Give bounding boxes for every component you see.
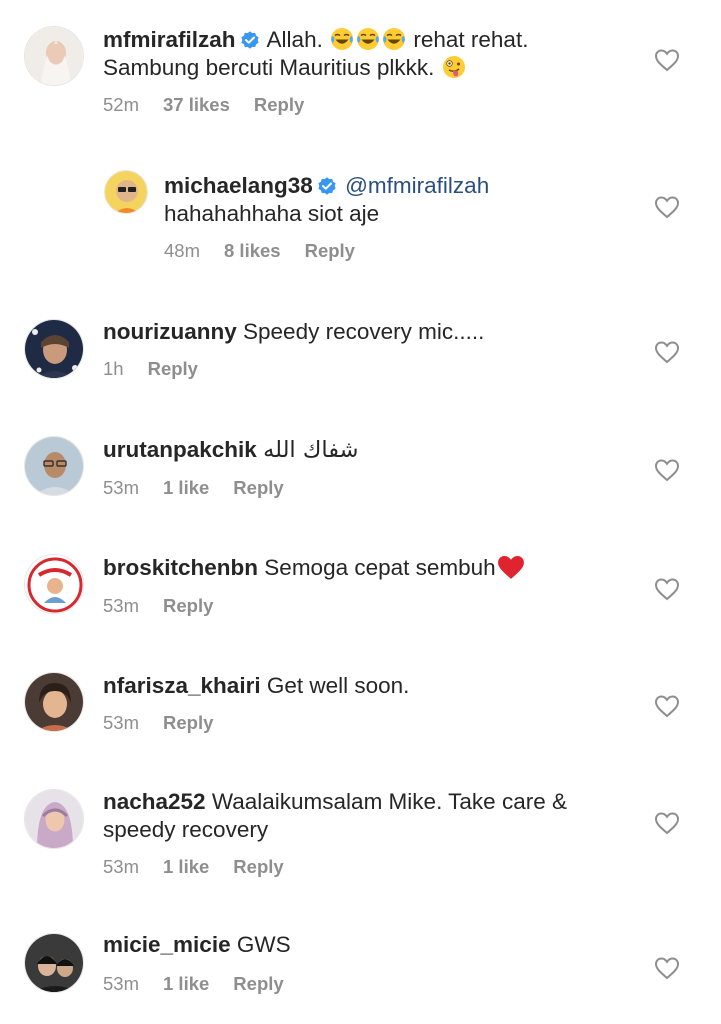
- reply-button[interactable]: Reply: [233, 973, 283, 994]
- likes-count[interactable]: 1 like: [163, 477, 209, 498]
- username[interactable]: mfmirafilzah: [103, 27, 236, 52]
- likes-count[interactable]: 1 like: [163, 856, 209, 877]
- comment-meta: 53m 1 like Reply: [103, 477, 308, 499]
- like-heart-icon[interactable]: [654, 956, 680, 980]
- timestamp: 53m: [103, 712, 139, 733]
- comment-meta: 53m Reply: [103, 712, 237, 734]
- red-heart-emoji-icon: [497, 556, 524, 579]
- joy-emoji-icon: [382, 27, 406, 51]
- comment-text: nourizuanny Speedy recovery mic.....: [103, 318, 623, 346]
- comment-body-line2: Sambung bercuti Mauritius plkkk.: [103, 55, 435, 80]
- timestamp: 53m: [103, 973, 139, 994]
- comment-body: hahahahhaha siot aje: [164, 201, 380, 226]
- comment-meta: 1h Reply: [103, 358, 222, 380]
- comment-body: Waalaikumsalam Mike. Take care &: [211, 789, 567, 814]
- reply-button[interactable]: Reply: [163, 712, 213, 733]
- like-heart-icon[interactable]: [654, 340, 680, 364]
- comment-body: GWS: [236, 932, 291, 957]
- like-heart-icon[interactable]: [654, 48, 680, 72]
- reply-button[interactable]: Reply: [148, 358, 198, 379]
- comment-text: micie_micie GWS: [103, 931, 623, 959]
- avatar[interactable]: [24, 789, 84, 849]
- likes-count[interactable]: 37 likes: [163, 94, 230, 115]
- comment-text: mfmirafilzah Allah. rehat rehat. Sambung…: [103, 26, 623, 82]
- timestamp: 53m: [103, 595, 139, 616]
- comment-body: Speedy recovery mic.....: [243, 319, 485, 344]
- username[interactable]: michaelang38: [164, 173, 313, 198]
- comment-body-line2: speedy recovery: [103, 817, 269, 842]
- like-heart-icon[interactable]: [654, 577, 680, 601]
- comment-meta: 53m Reply: [103, 595, 237, 617]
- timestamp: 53m: [103, 477, 139, 498]
- avatar[interactable]: [24, 436, 84, 496]
- zany-face-emoji-icon: [441, 55, 466, 79]
- mention-link[interactable]: @mfmirafilzah: [345, 173, 489, 198]
- verified-badge-icon: [317, 176, 337, 196]
- verified-badge-icon: [239, 30, 260, 50]
- comment-body: Allah. rehat rehat.: [266, 27, 529, 52]
- reply-button[interactable]: Reply: [163, 595, 213, 616]
- avatar[interactable]: [24, 319, 84, 379]
- avatar[interactable]: [104, 170, 148, 214]
- username[interactable]: nourizuanny: [103, 319, 237, 344]
- username[interactable]: broskitchenbn: [103, 555, 258, 580]
- like-heart-icon[interactable]: [654, 811, 680, 835]
- comment-text: nfarisza_khairi Get well soon.: [103, 672, 623, 700]
- reply-button[interactable]: Reply: [254, 94, 304, 115]
- timestamp: 48m: [164, 240, 200, 261]
- comment-meta: 52m 37 likes Reply: [103, 94, 328, 116]
- avatar[interactable]: [24, 933, 84, 993]
- username[interactable]: micie_micie: [103, 932, 231, 957]
- comment-text: urutanpakchik شفاك الله: [103, 436, 623, 464]
- comment-meta: 53m 1 like Reply: [103, 856, 308, 878]
- likes-count[interactable]: 1 like: [163, 973, 209, 994]
- timestamp: 52m: [103, 94, 139, 115]
- comment-body: Get well soon.: [266, 673, 410, 698]
- username[interactable]: urutanpakchik: [103, 437, 257, 462]
- joy-emoji-icon: [330, 27, 354, 51]
- likes-count[interactable]: 8 likes: [224, 240, 281, 261]
- comment-text: michaelang38 @mfmirafilzah hahahahhaha s…: [164, 172, 684, 228]
- reply-button[interactable]: Reply: [305, 240, 355, 261]
- comment-body: شفاك الله: [263, 437, 359, 463]
- comment-text: broskitchenbn Semoga cepat sembuh: [103, 554, 623, 582]
- comment-body: Semoga cepat sembuh: [264, 555, 496, 580]
- avatar[interactable]: [24, 26, 84, 86]
- reply-button[interactable]: Reply: [233, 856, 283, 877]
- comment-text: nacha252 Waalaikumsalam Mike. Take care …: [103, 788, 623, 844]
- like-heart-icon[interactable]: [654, 458, 680, 482]
- timestamp: 53m: [103, 856, 139, 877]
- timestamp: 1h: [103, 358, 124, 379]
- joy-emoji-icon: [356, 27, 380, 51]
- username[interactable]: nacha252: [103, 789, 206, 814]
- like-heart-icon[interactable]: [654, 195, 680, 219]
- comment-meta: 53m 1 like Reply: [103, 973, 308, 995]
- username[interactable]: nfarisza_khairi: [103, 673, 261, 698]
- reply-button[interactable]: Reply: [233, 477, 283, 498]
- avatar[interactable]: [24, 554, 84, 614]
- like-heart-icon[interactable]: [654, 694, 680, 718]
- comment-meta: 48m 8 likes Reply: [164, 240, 379, 262]
- avatar[interactable]: [24, 672, 84, 732]
